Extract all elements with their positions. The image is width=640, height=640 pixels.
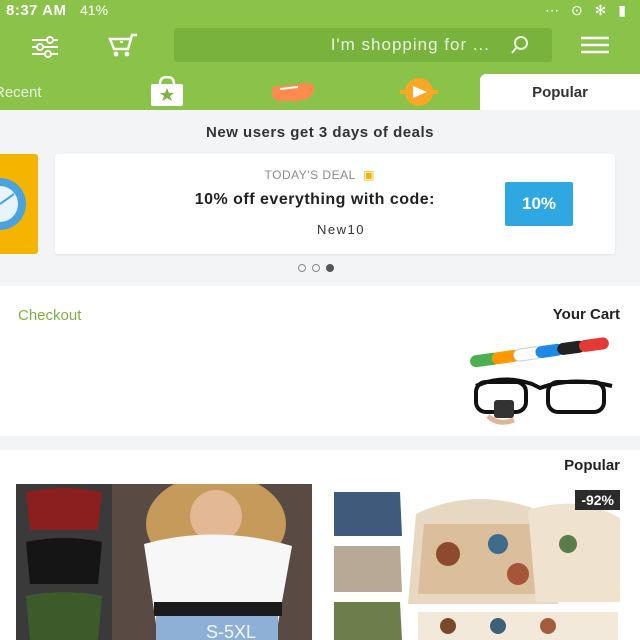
hand-icon: [272, 83, 315, 101]
tab-flash-deals[interactable]: [392, 74, 446, 110]
cart-title: Your Cart: [552, 306, 620, 323]
product-image-bodysuit: S-5XL: [16, 484, 312, 640]
coupon-label: 10%: [521, 194, 557, 213]
bag-icon: [151, 76, 183, 106]
lock-icon: ▣: [363, 168, 375, 182]
status-battery: 41%: [80, 2, 109, 18]
filter-icon[interactable]: [28, 30, 62, 64]
carousel-dots: [298, 264, 342, 272]
deal-code: New10: [317, 222, 365, 237]
svg-text:S-5XL: S-5XL: [206, 622, 256, 640]
tab-popular[interactable]: Popular: [480, 74, 640, 110]
search-placeholder: I'm shopping for ...: [330, 35, 490, 54]
deal-card[interactable]: TODAY'S DEAL ▣ 10% off everything with c…: [55, 154, 615, 254]
cart-icon[interactable]: [106, 28, 140, 62]
discount-badge: -92%: [575, 490, 620, 510]
carousel-card-next[interactable]: [0, 154, 38, 254]
popular-title: Popular: [564, 457, 620, 474]
status-bar: 8:37 AM 41% ⋯ ⊙ ✻ ▮: [0, 0, 640, 22]
search-icon[interactable]: [510, 35, 530, 60]
coupon-icon: 10%: [505, 182, 573, 226]
status-time: 8:37 AM: [6, 2, 67, 19]
tab-recent[interactable]: Recent: [0, 74, 80, 110]
app-header: I'm shopping for ... Popular Recent: [0, 22, 640, 110]
discount-dial-icon: [0, 178, 26, 230]
carousel-dot-active[interactable]: [326, 264, 334, 272]
deal-tag: TODAY'S DEAL ▣: [265, 168, 375, 182]
checkout-link[interactable]: Checkout: [18, 307, 81, 324]
play-badge-icon: [400, 78, 438, 106]
deal-tag-label: TODAY'S DEAL: [264, 168, 356, 182]
tab-recent-bag[interactable]: [144, 74, 190, 110]
tab-popular-label: Popular: [532, 83, 588, 101]
tab-brands[interactable]: [266, 74, 320, 110]
menu-icon[interactable]: [578, 28, 612, 62]
tab-recent-label: Recent: [0, 83, 42, 101]
deal-text: 10% off everything with code:: [194, 191, 435, 208]
carousel-dot[interactable]: [298, 264, 306, 272]
product-card-bodysuit[interactable]: S-5XL: [16, 484, 312, 640]
promo-title: New users get 3 days of deals: [206, 124, 434, 141]
carousel-dot[interactable]: [312, 264, 320, 272]
status-icons: ⋯ ⊙ ✻ ▮: [545, 2, 630, 18]
cart-item-image[interactable]: [462, 336, 620, 426]
search-input[interactable]: I'm shopping for ...: [174, 28, 552, 62]
product-card-jacket[interactable]: -92%: [328, 484, 626, 640]
section-divider: [0, 436, 640, 450]
